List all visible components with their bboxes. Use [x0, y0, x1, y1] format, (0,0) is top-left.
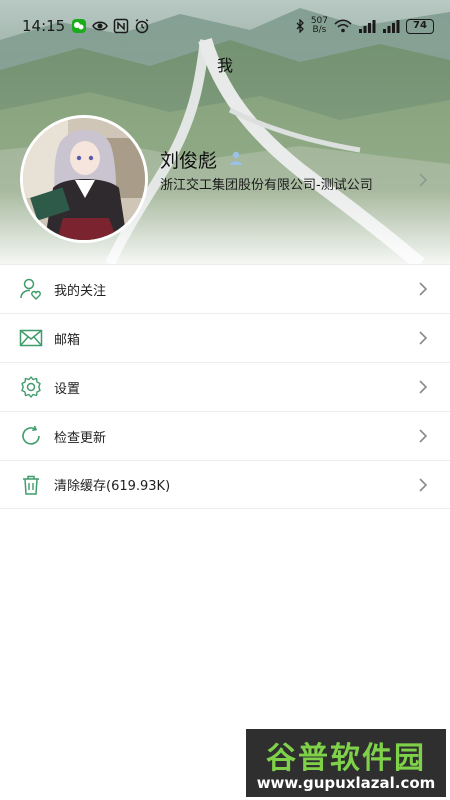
chevron-right-icon[interactable]	[418, 172, 428, 188]
refresh-icon	[22, 425, 40, 445]
menu-item-label: 设置	[54, 381, 81, 397]
watermark: 谷普软件园 www.gupuxlazal.com	[246, 729, 446, 797]
menu-item-mailbox[interactable]: 邮箱	[0, 313, 450, 362]
menu-item-label: 检查更新	[54, 430, 107, 446]
battery-indicator: 74	[406, 18, 434, 34]
trash-icon	[23, 475, 39, 495]
chevron-right-icon	[419, 331, 428, 345]
menu-item-label: 邮箱	[54, 332, 81, 348]
mail-icon	[19, 329, 43, 347]
menu-item-clear-cache[interactable]: 清除缓存(619.93K)	[0, 460, 450, 509]
menu-item-label: 我的关注	[54, 283, 107, 299]
net-speed-unit: B/s	[312, 25, 327, 35]
settings-menu: 我的关注 邮箱 设置 检查更新 清除缓存(619.93K)	[0, 264, 450, 509]
anime-avatar-image	[23, 118, 145, 240]
status-time: 14:15	[22, 17, 66, 35]
user-icon	[230, 151, 242, 165]
wechat-icon	[72, 19, 87, 33]
menu-item-label: 清除缓存(619.93K)	[54, 479, 171, 494]
signal-icon-2	[383, 19, 400, 33]
chevron-right-icon	[419, 380, 428, 394]
chevron-right-icon	[419, 477, 428, 492]
menu-item-settings[interactable]: 设置	[0, 362, 450, 411]
chevron-right-icon	[419, 429, 428, 443]
watermark-title: 谷普软件园	[266, 741, 426, 776]
eye-icon	[92, 21, 109, 31]
page-title: 我	[216, 56, 233, 75]
company-name: 浙江交工集团股份有限公司-测试公司	[160, 178, 373, 193]
profile-header: 14:15 507 B/s 74 我 刘俊彪 浙江交工集团股份有限公司-测试公司	[0, 0, 450, 264]
watermark-url: www.gupuxlazal.com	[256, 774, 436, 792]
menu-item-follows[interactable]: 我的关注	[0, 264, 450, 313]
avatar[interactable]	[20, 115, 148, 243]
chevron-right-icon	[419, 282, 428, 296]
wifi-icon	[334, 19, 352, 33]
menu-item-check-update[interactable]: 检查更新	[0, 411, 450, 460]
gear-icon	[21, 376, 41, 398]
net-speed: 507 B/s	[311, 17, 328, 35]
nfc-icon	[113, 18, 129, 34]
alarm-icon	[135, 18, 149, 34]
status-bar: 14:15 507 B/s 74	[0, 0, 450, 52]
user-heart-icon	[20, 278, 41, 300]
signal-icon-1	[359, 19, 376, 33]
user-name: 刘俊彪	[160, 150, 218, 172]
bluetooth-icon	[296, 19, 304, 33]
